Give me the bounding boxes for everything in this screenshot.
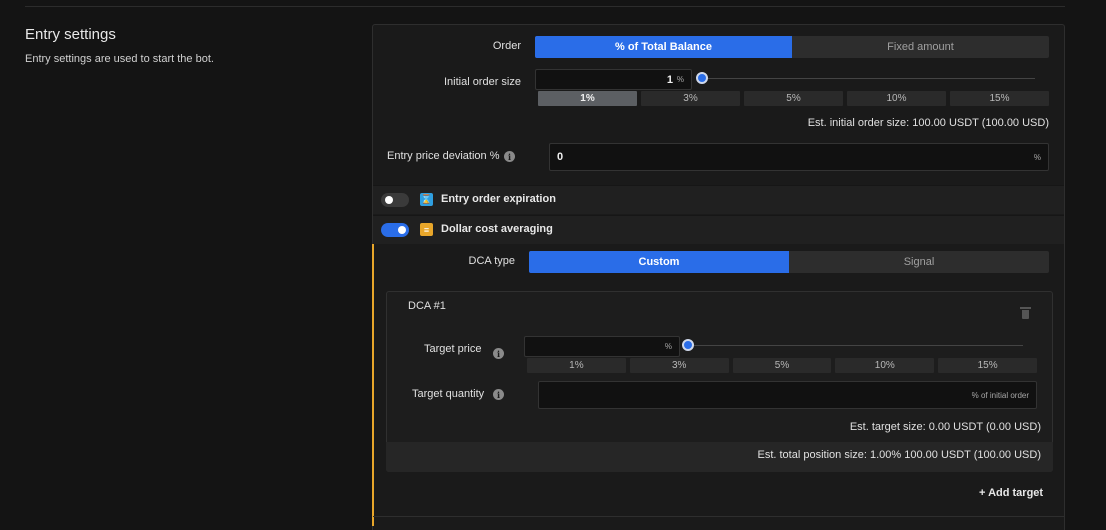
dca-icon: ≡	[420, 223, 433, 236]
preset-1-percent[interactable]: 1%	[538, 91, 637, 106]
trash-icon[interactable]	[1020, 307, 1031, 319]
preset-15-percent[interactable]: 15%	[938, 358, 1037, 373]
target-price-slider-track[interactable]	[686, 345, 1023, 346]
target-quantity-label: Target quantity	[412, 388, 485, 400]
dca-type-label: DCA type	[468, 255, 515, 267]
initial-order-estimate: Est. initial order size: 100.00 USDT (10…	[807, 117, 1049, 129]
initial-order-slider-track[interactable]	[700, 78, 1035, 79]
target-price-label: Target price	[424, 343, 482, 355]
entry-deviation-input[interactable]: 0 %	[549, 143, 1049, 171]
target-price-slider-handle[interactable]	[682, 339, 694, 351]
expiration-label: Entry order expiration	[441, 193, 556, 205]
order-type-selector: % of Total Balance Fixed amount	[535, 36, 1049, 58]
dca-accent-bar	[372, 244, 374, 526]
target-price-unit: %	[664, 342, 672, 351]
initial-order-slider-handle[interactable]	[696, 72, 708, 84]
target-quantity-unit: % of initial order	[971, 391, 1029, 400]
dca-card-title: DCA #1	[408, 300, 446, 312]
entry-deviation-unit: %	[1033, 153, 1041, 162]
info-icon[interactable]: i	[504, 151, 515, 162]
target-size-estimate: Est. target size: 0.00 USDT (0.00 USD)	[849, 421, 1041, 433]
section-description: Entry settings are used to start the bot…	[25, 53, 214, 65]
info-icon[interactable]: i	[493, 389, 504, 400]
entry-deviation-value: 0	[557, 151, 564, 163]
initial-order-presets: 1% 3% 5% 10% 15%	[538, 91, 1049, 106]
bottom-divider	[373, 516, 1064, 517]
section-title: Entry settings	[25, 26, 116, 43]
preset-3-percent[interactable]: 3%	[641, 91, 740, 106]
dca-type-selector: Custom Signal	[529, 251, 1049, 273]
dca-label: Dollar cost averaging	[441, 223, 553, 235]
target-price-presets: 1% 3% 5% 10% 15%	[527, 358, 1037, 373]
preset-1-percent[interactable]: 1%	[527, 358, 626, 373]
preset-10-percent[interactable]: 10%	[847, 91, 946, 106]
dca-toggle[interactable]	[381, 223, 409, 237]
initial-order-size-input[interactable]: 1 %	[535, 69, 692, 90]
initial-order-size-label: Initial order size	[443, 76, 521, 88]
preset-5-percent[interactable]: 5%	[744, 91, 843, 106]
target-quantity-input[interactable]: % of initial order	[538, 381, 1037, 409]
add-target-button[interactable]: + Add target	[979, 487, 1043, 499]
target-price-input[interactable]: %	[524, 336, 680, 357]
dca-type-signal[interactable]: Signal	[789, 251, 1049, 273]
dca-type-custom[interactable]: Custom	[529, 251, 789, 273]
top-divider	[25, 6, 1065, 7]
order-option-percent[interactable]: % of Total Balance	[535, 36, 792, 58]
preset-3-percent[interactable]: 3%	[629, 358, 729, 373]
expiration-toggle[interactable]	[381, 193, 409, 207]
hourglass-icon: ⌛	[420, 193, 433, 206]
entry-deviation-label: Entry price deviation %	[387, 150, 500, 162]
initial-order-size-unit: %	[676, 75, 684, 84]
order-option-fixed[interactable]: Fixed amount	[792, 36, 1049, 58]
preset-15-percent[interactable]: 15%	[950, 91, 1049, 106]
initial-order-size-value: 1	[666, 74, 673, 86]
preset-5-percent[interactable]: 5%	[732, 358, 832, 373]
order-label: Order	[492, 40, 521, 52]
info-icon[interactable]: i	[493, 348, 504, 359]
total-position-estimate: Est. total position size: 1.00% 100.00 U…	[757, 449, 1042, 461]
preset-10-percent[interactable]: 10%	[835, 358, 935, 373]
